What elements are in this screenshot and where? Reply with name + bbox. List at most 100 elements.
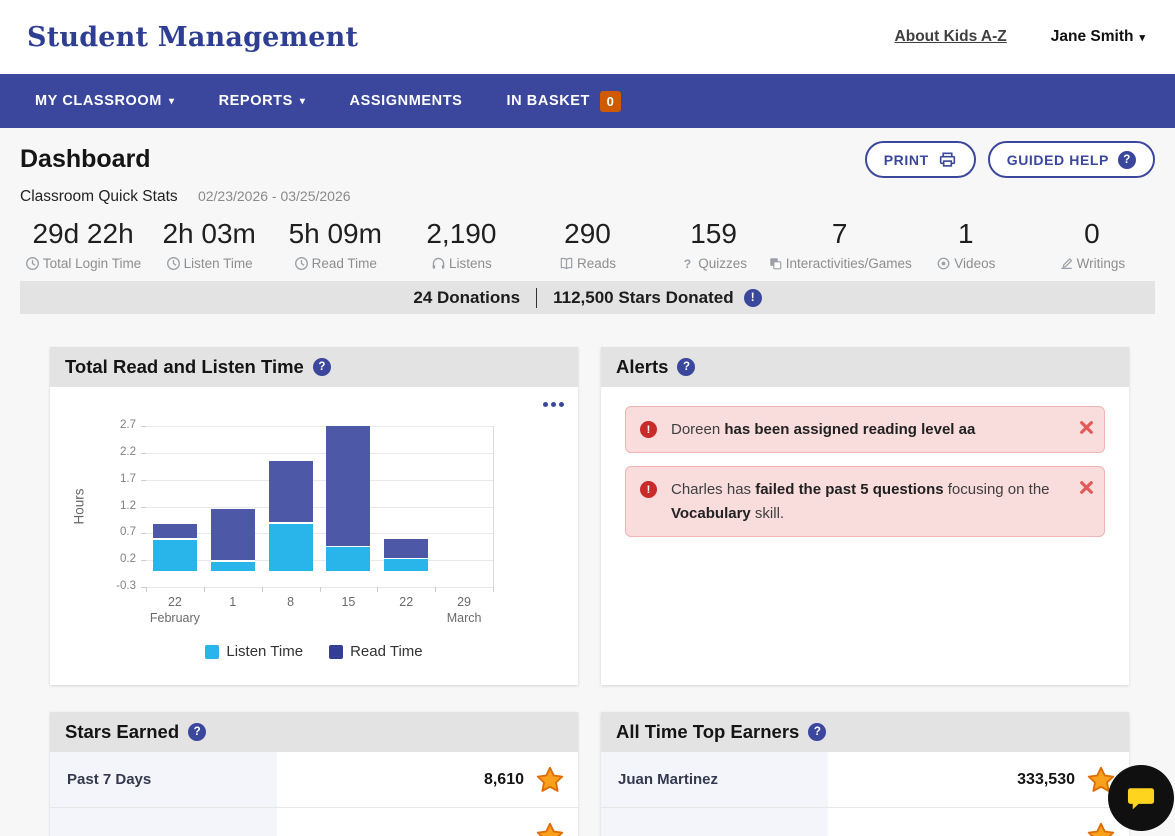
x-tick (204, 587, 205, 592)
video-icon (936, 256, 951, 271)
top-earners-table: Juan Martinez 333,530 (601, 752, 1129, 836)
legend-entry-listen-time: Listen Time (205, 643, 303, 660)
month-label: February (136, 611, 214, 625)
legend-label: Read Time (350, 643, 423, 660)
x-tick-label: 29 (435, 595, 493, 609)
stat-reads: 290Reads (524, 218, 650, 271)
row-value: 333,530 (1017, 771, 1075, 789)
alert-item: !Doreen has been assigned reading level … (625, 406, 1105, 453)
chevron-down-icon: ▾ (1139, 31, 1145, 44)
info-icon[interactable]: ! (744, 289, 762, 307)
nav-item-my-classroom[interactable]: MY CLASSROOM▾ (35, 93, 175, 109)
read-listen-panel-title: Total Read and Listen Time (65, 356, 304, 378)
user-name: Jane Smith (1051, 28, 1134, 46)
row-label (50, 808, 277, 836)
alert-close-button[interactable] (1078, 419, 1095, 436)
divider (536, 288, 537, 308)
x-tick-label: 22 (146, 595, 204, 609)
stat-value: 290 (564, 218, 611, 250)
stat-value: 0 (1084, 218, 1100, 250)
gridline (146, 453, 493, 454)
alerts-panel-title: Alerts (616, 356, 668, 378)
help-icon[interactable]: ? (313, 358, 331, 376)
y-tick-label: 1.2 (88, 500, 136, 512)
donations-count: 24 Donations (413, 288, 520, 308)
stat-label: Writings (1077, 256, 1126, 271)
help-icon[interactable]: ? (677, 358, 695, 376)
nav-item-label: IN BASKET (506, 93, 590, 109)
app-title: Student Management (27, 22, 358, 53)
stat-value: 1 (958, 218, 974, 250)
nav-item-label: REPORTS (219, 93, 293, 109)
gridline (146, 426, 493, 427)
gridline (146, 507, 493, 508)
chart-bar-read (153, 524, 197, 539)
alert-icon: ! (640, 481, 657, 498)
y-tick-label: -0.3 (88, 580, 136, 592)
y-tick (141, 533, 146, 534)
stat-quizzes: 159? Quizzes (651, 218, 777, 271)
stat-listen-time: 2h 03mListen Time (146, 218, 272, 271)
y-tick (141, 560, 146, 561)
row-label: Juan Martinez (601, 752, 828, 807)
y-tick (141, 507, 146, 508)
nav-item-label: ASSIGNMENTS (350, 93, 463, 109)
x-tick-label: 1 (204, 595, 262, 609)
stat-label: Videos (954, 256, 995, 271)
stat-label: Listens (449, 256, 492, 271)
stat-videos: 1 Videos (903, 218, 1029, 271)
alert-text: Charles has failed the past 5 questions … (671, 478, 1064, 525)
x-tick (262, 587, 263, 592)
y-tick-label: 2.7 (88, 419, 136, 431)
app-window: Student Management About Kids A-Z Jane S… (0, 0, 1175, 836)
stat-writings: 0 Writings (1029, 218, 1155, 271)
x-tick-label: 22 (377, 595, 435, 609)
chart-plot-area (146, 426, 494, 587)
chart-menu-button[interactable] (543, 402, 564, 407)
panel-alerts: Alerts ? !Doreen has been assigned readi… (601, 347, 1129, 685)
x-tick (435, 587, 436, 592)
guided-help-button[interactable]: GUIDED HELP ? (988, 141, 1155, 178)
chart-bar-listen (384, 559, 428, 571)
stat-value: 159 (690, 218, 737, 250)
top-earner-row: Juan Martinez 333,530 (601, 752, 1129, 808)
stars-earned-title: Stars Earned (65, 721, 179, 743)
star-icon (535, 765, 565, 795)
nav-item-assignments[interactable]: ASSIGNMENTS (350, 93, 463, 109)
x-tick (320, 587, 321, 592)
book-icon (559, 256, 574, 271)
top-earners-title: All Time Top Earners (616, 721, 799, 743)
stat-label: Quizzes (698, 256, 747, 271)
legend-swatch (329, 645, 343, 659)
chart-bar-read (211, 509, 255, 561)
x-tick-label: 8 (262, 595, 320, 609)
legend-entry-read-time: Read Time (329, 643, 423, 660)
about-kids-az-link[interactable]: About Kids A-Z (895, 28, 1007, 46)
stars-earned-table: Past 7 Days8,610 (50, 752, 578, 836)
top-header: Student Management About Kids A-Z Jane S… (0, 0, 1175, 74)
stars-donated: 112,500 Stars Donated (553, 288, 733, 308)
print-button[interactable]: PRINT (865, 141, 976, 178)
stat-value: 2h 03m (162, 218, 255, 250)
user-menu[interactable]: Jane Smith ▾ (1051, 28, 1145, 46)
quick-stats-heading: Classroom Quick Stats (20, 188, 178, 205)
panel-top-earners: All Time Top Earners ? Juan Martinez 333,… (601, 712, 1129, 836)
stat-value: 7 (832, 218, 848, 250)
chat-widget-button[interactable] (1108, 765, 1174, 831)
clock-icon (25, 256, 40, 271)
help-icon[interactable]: ? (188, 723, 206, 741)
svg-text:?: ? (684, 257, 691, 271)
nav-item-in-basket[interactable]: IN BASKET0 (506, 91, 621, 112)
nav-item-label: MY CLASSROOM (35, 93, 162, 109)
alerts-list: !Doreen has been assigned reading level … (601, 387, 1129, 685)
stat-value: 29d 22h (32, 218, 133, 250)
interactivity-icon (768, 256, 783, 271)
row-label (601, 808, 828, 836)
alert-close-button[interactable] (1078, 479, 1095, 496)
help-icon[interactable]: ? (808, 723, 826, 741)
chart-bar-listen (153, 540, 197, 571)
stat-interactivities-games: 7Interactivities/Games (777, 218, 903, 271)
nav-item-reports[interactable]: REPORTS▾ (219, 93, 306, 109)
star-icon (1086, 821, 1116, 836)
row-value: 8,610 (484, 771, 524, 789)
